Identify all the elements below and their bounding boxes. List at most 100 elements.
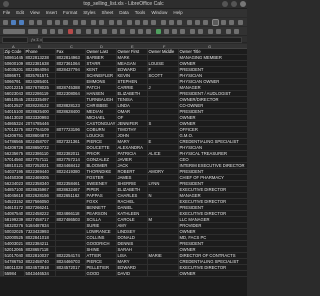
headers-footers-icon[interactable] <box>212 19 219 26</box>
date-format-icon[interactable] <box>180 29 185 34</box>
cell[interactable]: 52012215 <box>3 84 25 91</box>
menu-view[interactable]: View <box>27 9 43 17</box>
cell[interactable]: DAVID <box>116 270 148 277</box>
cell[interactable]: 56234023 <box>3 180 25 187</box>
cell[interactable]: 5086671 <box>3 72 25 79</box>
cell[interactable]: Zip Code <box>3 49 25 55</box>
minimize-icon[interactable] <box>222 1 228 7</box>
cell[interactable]: OWNER <box>178 270 247 277</box>
cell[interactable]: INTERIM EXECUTIVE DIRECTOR <box>178 162 247 169</box>
cell[interactable]: 55984 <box>3 270 25 277</box>
cell[interactable]: 50861445 <box>3 54 25 61</box>
new-document-icon[interactable] <box>3 20 8 25</box>
hyperlink-icon[interactable] <box>195 20 200 25</box>
cell[interactable]: 54857100 <box>3 186 25 193</box>
comment-icon[interactable] <box>203 20 208 25</box>
cell[interactable] <box>147 270 179 277</box>
wrap-text-icon[interactable] <box>112 29 117 34</box>
export-pdf-icon[interactable] <box>29 20 34 25</box>
cell[interactable]: 58510545 <box>3 96 25 103</box>
split-window-icon[interactable] <box>238 20 243 25</box>
cell[interactable]: 54206751 <box>3 132 25 139</box>
font-color-icon[interactable] <box>68 29 73 34</box>
cell[interactable]: CASTONGUAY <box>85 120 117 127</box>
cell[interactable]: 54206726 <box>3 144 25 151</box>
cell[interactable]: SCHNEIFLER <box>85 72 117 79</box>
image-icon[interactable] <box>161 20 166 25</box>
font-name-select[interactable] <box>3 29 25 34</box>
cell[interactable]: 50600109 <box>3 60 25 67</box>
add-decimal-icon[interactable] <box>190 29 195 34</box>
cell[interactable]: 54003021 <box>3 240 25 247</box>
align-center-icon[interactable] <box>94 29 99 34</box>
cut-icon[interactable] <box>47 20 52 25</box>
cell[interactable]: GOOD <box>85 270 117 277</box>
align-bottom-icon[interactable] <box>146 29 151 34</box>
sort-descending-icon[interactable] <box>143 20 148 25</box>
find-icon[interactable] <box>91 20 96 25</box>
font-size-select[interactable] <box>28 29 38 34</box>
cell[interactable]: 54523152 <box>3 198 25 205</box>
cell[interactable]: CREDENTIALING SPECIALIST <box>178 258 247 265</box>
align-middle-icon[interactable] <box>138 29 143 34</box>
menu-sheet[interactable]: Sheet <box>99 9 117 17</box>
maximize-icon[interactable] <box>231 1 237 7</box>
cell[interactable]: 54015100 <box>3 108 25 115</box>
cell[interactable]: 54037195 <box>3 168 25 175</box>
increase-indent-icon[interactable] <box>208 29 213 34</box>
cell[interactable] <box>55 270 86 277</box>
cell[interactable]: 54045618 <box>3 192 25 199</box>
menu-edit[interactable]: Edit <box>13 9 27 17</box>
cell[interactable]: 54865324 <box>3 120 25 127</box>
menu-help[interactable]: Help <box>170 9 185 17</box>
freeze-rows-icon[interactable] <box>229 20 234 25</box>
cell[interactable]: 51017040 <box>3 252 25 259</box>
undo-icon[interactable] <box>73 20 78 25</box>
formula-input[interactable] <box>42 37 242 43</box>
cell[interactable]: 54786753 <box>3 258 25 265</box>
function-wizard-icon[interactable]: ƒx Σ = <box>31 37 42 43</box>
copy-icon[interactable] <box>55 20 60 25</box>
define-print-area-icon[interactable] <box>221 20 226 25</box>
cell[interactable]: 57014560 <box>3 156 25 163</box>
cell[interactable]: 5043446534 <box>24 270 56 277</box>
cell[interactable]: 56413020 <box>3 114 25 121</box>
cell[interactable]: 56023043 <box>3 90 25 97</box>
spelling-icon[interactable] <box>99 20 104 25</box>
delete-decimal-icon[interactable] <box>198 29 203 34</box>
sort-icon[interactable] <box>127 20 132 25</box>
cell[interactable]: 54786565 <box>3 138 25 145</box>
cell[interactable]: 54450308 <box>3 174 25 181</box>
cell[interactable]: 57013275 <box>3 126 25 133</box>
percent-format-icon[interactable] <box>164 29 169 34</box>
cell[interactable]: 54087540 <box>3 210 25 217</box>
number-format-icon[interactable] <box>172 29 177 34</box>
align-right-icon[interactable] <box>102 29 107 34</box>
cell[interactable]: 58810121 <box>3 162 25 169</box>
open-icon[interactable] <box>11 20 16 25</box>
paste-icon[interactable] <box>63 20 68 25</box>
underline-icon[interactable] <box>58 29 63 34</box>
cell[interactable]: 52012065 <box>3 246 25 253</box>
align-top-icon[interactable] <box>130 29 135 34</box>
cell[interactable]: ALEXANDRA <box>116 144 148 151</box>
cell[interactable]: TURNBAUGH <box>85 96 117 103</box>
border-style-icon[interactable] <box>234 29 239 34</box>
name-box[interactable] <box>2 37 28 43</box>
borders-icon[interactable] <box>226 29 231 34</box>
window-menu-icon[interactable] <box>3 1 9 7</box>
cell[interactable]: 58199239 <box>3 216 25 223</box>
cell[interactable]: 50032025 <box>3 228 25 235</box>
chart-icon[interactable] <box>169 20 174 25</box>
redo-icon[interactable] <box>81 20 86 25</box>
print-icon[interactable] <box>37 20 42 25</box>
cell[interactable]: 58320276 <box>3 222 25 229</box>
column-icon[interactable] <box>117 20 122 25</box>
cell[interactable]: 58011028 <box>3 264 25 271</box>
italic-icon[interactable] <box>50 29 55 34</box>
sort-ascending-icon[interactable] <box>135 20 140 25</box>
close-icon[interactable] <box>240 1 246 7</box>
merge-cells-icon[interactable] <box>120 29 125 34</box>
cell[interactable]: 56235675 <box>3 150 25 157</box>
row-icon[interactable] <box>109 20 114 25</box>
